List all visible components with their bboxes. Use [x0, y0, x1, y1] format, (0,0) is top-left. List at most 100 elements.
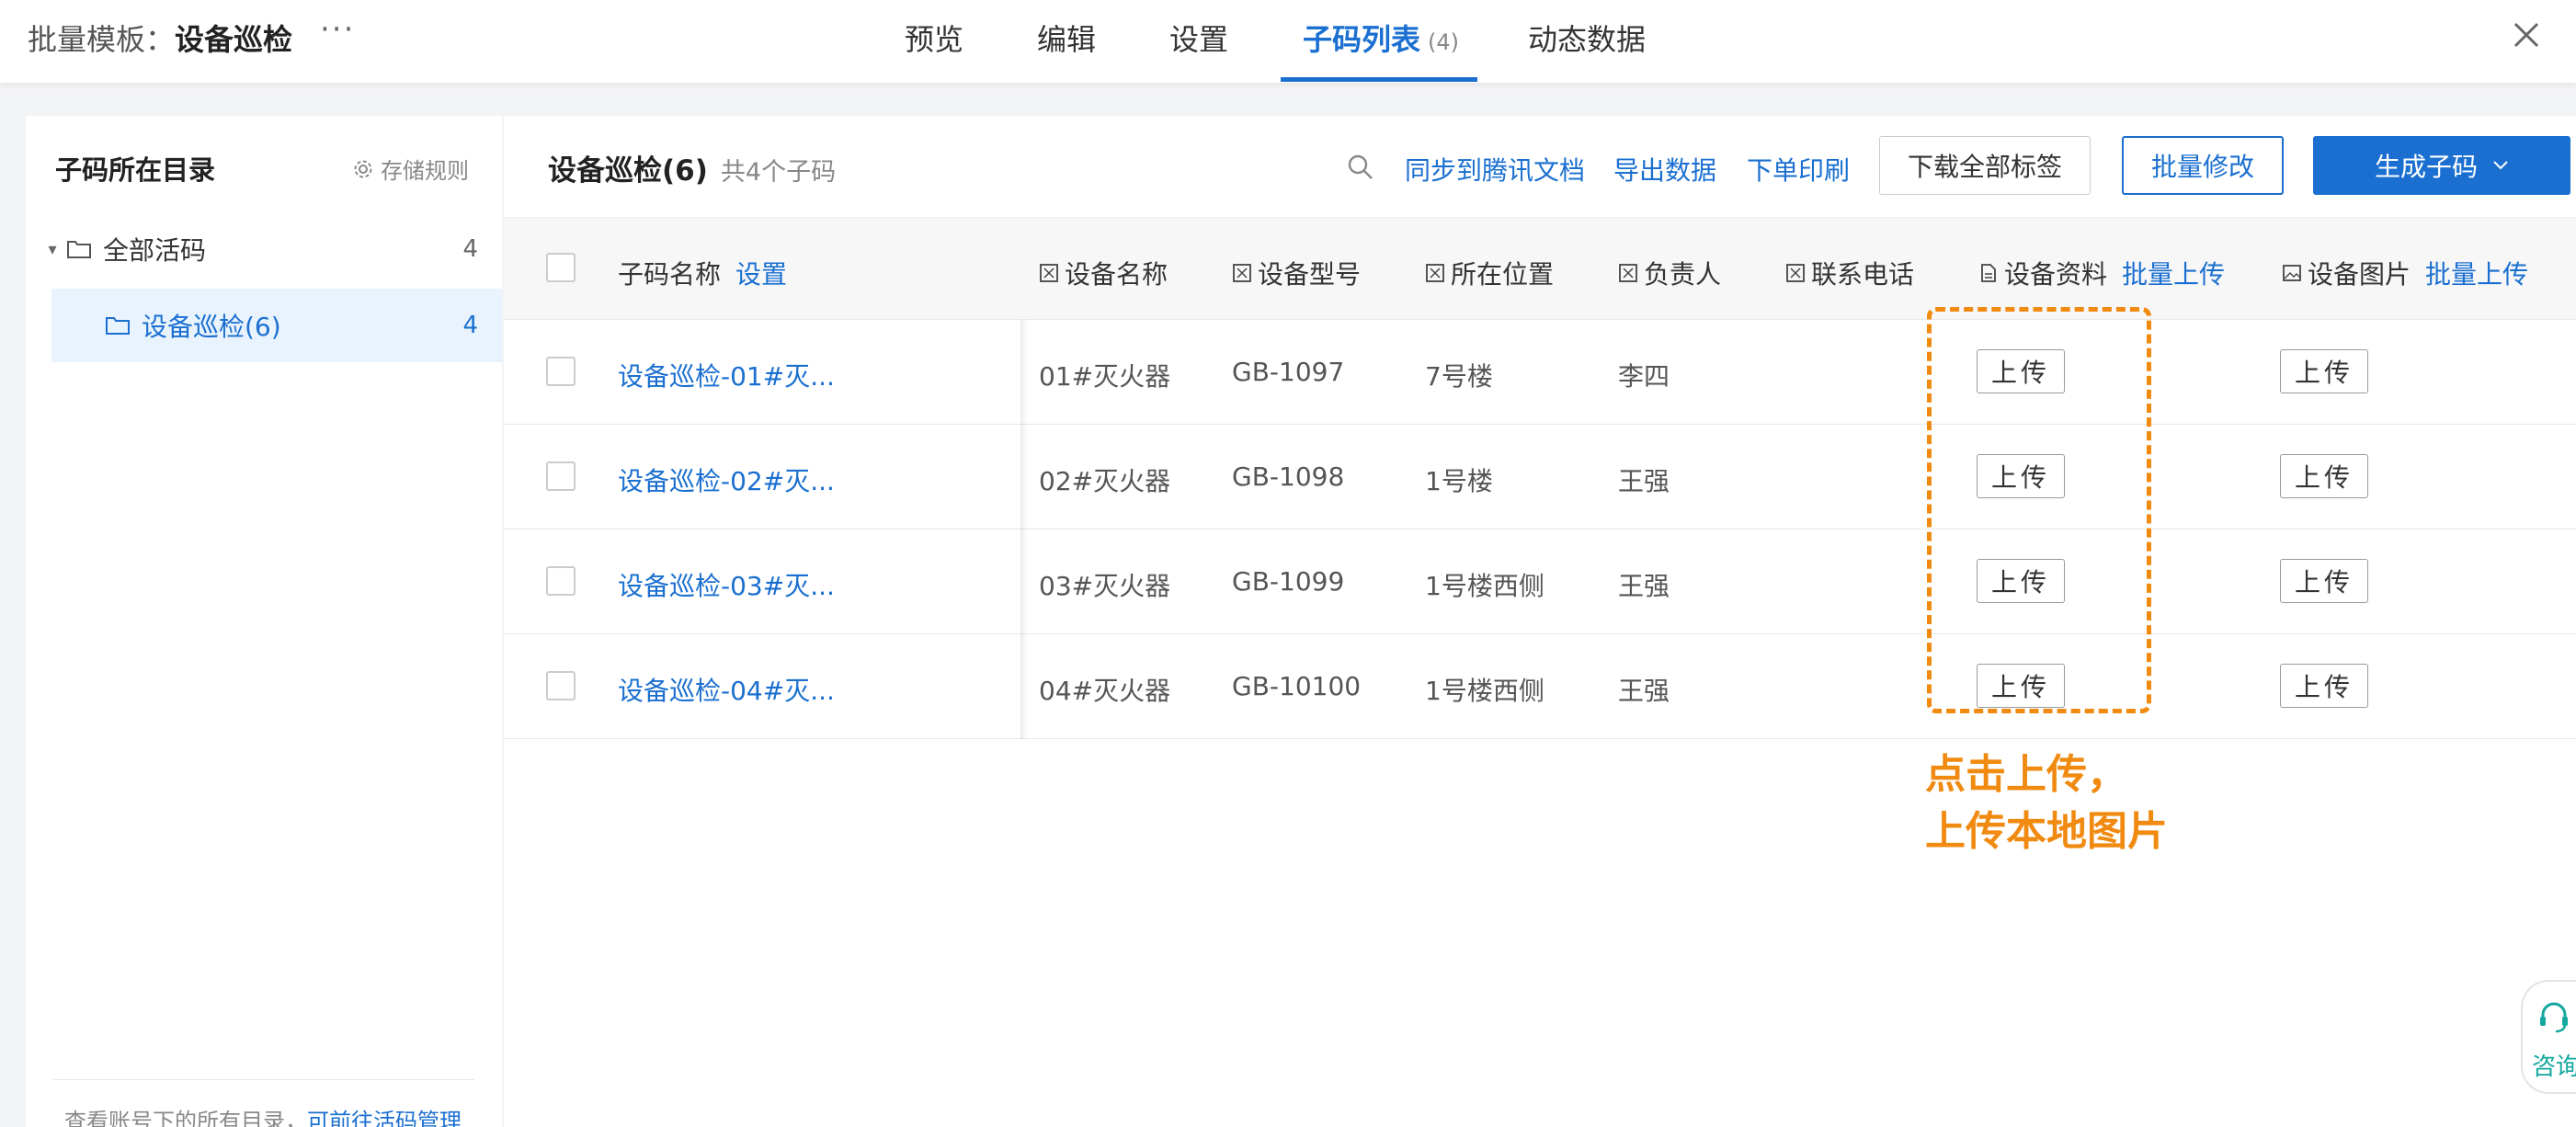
- location-cell: 7号楼: [1425, 361, 1493, 392]
- col-label: 设备型号: [1258, 259, 1362, 290]
- col-label: 设备名称: [1065, 259, 1168, 290]
- location-cell: 1号楼: [1425, 466, 1493, 496]
- export-data-link[interactable]: 导出数据: [1613, 151, 1716, 188]
- generate-subcode-button[interactable]: 生成子码: [2313, 136, 2570, 195]
- code-management-link[interactable]: 可前往活码管理: [307, 1109, 462, 1127]
- top-header: 批量模板：设备巡检 ··· 预览 编辑 设置 子码列表 (4) 动态数据: [0, 0, 2576, 83]
- folder-icon: [106, 317, 130, 335]
- tab-bar: 预览 编辑 设置 子码列表 (4) 动态数据: [0, 0, 2576, 83]
- tab-edit[interactable]: 编辑: [1037, 17, 1096, 59]
- tab-preview[interactable]: 预览: [905, 17, 963, 59]
- text-field-icon: [1426, 264, 1444, 282]
- text-field-icon: [1233, 264, 1251, 282]
- images-upload-button[interactable]: 上传: [2280, 559, 2368, 603]
- tree-item-label: 设备巡检(6): [142, 312, 281, 342]
- docs-batch-upload-link[interactable]: 批量上传: [2122, 255, 2225, 291]
- device-model-cell: GB-1098: [1232, 461, 1345, 492]
- table-row: 设备巡检-03#灭... 03#灭火器 GB-1099 1号楼西侧 王强 上传 …: [504, 529, 2576, 634]
- image-icon: [2283, 265, 2301, 281]
- owner-cell: 王强: [1618, 676, 1670, 706]
- tree-item-device-inspection[interactable]: 设备巡检(6) 4: [51, 289, 502, 362]
- col-label: 联系电话: [1811, 259, 1915, 290]
- list-subtitle: 共4个子码: [720, 158, 837, 187]
- order-print-link[interactable]: 下单印刷: [1747, 151, 1850, 188]
- images-batch-upload-link[interactable]: 批量上传: [2425, 255, 2528, 291]
- row-checkbox[interactable]: [546, 357, 576, 386]
- name-setting-link[interactable]: 设置: [735, 255, 787, 291]
- batch-edit-button[interactable]: 批量修改: [2122, 136, 2284, 195]
- table-row: 设备巡检-04#灭... 04#灭火器 GB-10100 1号楼西侧 王强 上传…: [504, 634, 2576, 739]
- owner-cell: 王强: [1618, 571, 1670, 601]
- subcode-name-link[interactable]: 设备巡检-01#灭...: [618, 357, 835, 393]
- text-field-icon: [1786, 264, 1805, 282]
- subcode-list-panel: 设备巡检(6) 共4个子码 同步到腾讯文档 导出数据 下单印刷 下载全部标签 批量…: [504, 116, 2576, 1127]
- text-field-icon: [1040, 264, 1058, 282]
- active-tab-indicator: [1281, 77, 1477, 82]
- row-checkbox[interactable]: [546, 566, 576, 596]
- owner-cell: 李四: [1618, 361, 1670, 392]
- location-cell: 1号楼西侧: [1425, 676, 1544, 706]
- col-device-images: 设备图片 批量上传: [2282, 255, 2528, 291]
- docs-upload-button[interactable]: 上传: [1977, 559, 2065, 603]
- fixed-column-shadow: [1020, 320, 1028, 739]
- text-field-icon: [1619, 264, 1637, 282]
- select-all-checkbox[interactable]: [546, 253, 576, 282]
- tab-settings[interactable]: 设置: [1169, 17, 1228, 59]
- sidebar-title: 子码所在目录: [55, 154, 216, 186]
- consult-button[interactable]: 咨询: [2521, 980, 2576, 1094]
- docs-upload-button[interactable]: 上传: [1977, 349, 2065, 393]
- device-name-cell: 02#灭火器: [1039, 466, 1171, 496]
- annotation-line-1: 点击上传，: [1925, 751, 2127, 798]
- gear-icon: [354, 160, 372, 177]
- col-device-docs: 设备资料 批量上传: [1978, 255, 2225, 291]
- device-name-cell: 04#灭火器: [1039, 676, 1171, 706]
- tree-item-count: 4: [462, 235, 478, 263]
- tab-dynamic-data[interactable]: 动态数据: [1528, 17, 1646, 59]
- sync-tencent-docs-link[interactable]: 同步到腾讯文档: [1405, 151, 1585, 188]
- col-location: 所在位置: [1425, 255, 1554, 291]
- close-icon[interactable]: [2510, 18, 2543, 51]
- tree-item-count: 4: [462, 312, 478, 339]
- col-label: 设备资料: [2004, 259, 2108, 290]
- device-model-cell: GB-1097: [1232, 357, 1345, 387]
- row-checkbox[interactable]: [546, 671, 576, 700]
- docs-upload-button[interactable]: 上传: [1977, 664, 2065, 708]
- upload-annotation: 点击上传， 上传本地图片: [1925, 746, 2168, 860]
- docs-upload-button[interactable]: 上传: [1977, 454, 2065, 498]
- subcode-name-link[interactable]: 设备巡检-02#灭...: [618, 461, 835, 498]
- col-label: 所在位置: [1451, 259, 1555, 290]
- col-label: 子码名称: [618, 259, 722, 290]
- device-name-cell: 03#灭火器: [1039, 571, 1171, 601]
- download-all-labels-button[interactable]: 下载全部标签: [1879, 136, 2091, 195]
- tab-subcode-list-label: 子码列表: [1303, 22, 1421, 57]
- col-owner: 负责人: [1618, 255, 1721, 291]
- subcode-name-link[interactable]: 设备巡检-04#灭...: [618, 671, 835, 708]
- consult-label: 咨询: [2532, 1053, 2576, 1081]
- row-checkbox[interactable]: [546, 461, 576, 491]
- tree-item-all-codes[interactable]: ▾ 全部活码 4: [39, 226, 502, 272]
- owner-cell: 王强: [1618, 466, 1670, 496]
- chevron-down-icon: [2493, 161, 2508, 170]
- folder-icon: [67, 241, 91, 258]
- col-label: 负责人: [1644, 259, 1722, 290]
- storage-rule-button[interactable]: 存储规则: [353, 153, 469, 185]
- storage-rule-label: 存储规则: [381, 158, 469, 184]
- annotation-line-2: 上传本地图片: [1925, 808, 2168, 855]
- subcode-name-link[interactable]: 设备巡检-03#灭...: [618, 566, 835, 603]
- tree-item-label: 全部活码: [103, 235, 207, 266]
- table-header: 子码名称 设置 设备名称 设备型号 所在位置 负责人 联系电话 设备资料 批量上传 …: [504, 217, 2576, 320]
- images-upload-button[interactable]: 上传: [2280, 454, 2368, 498]
- images-upload-button[interactable]: 上传: [2280, 349, 2368, 393]
- tab-subcode-list[interactable]: 子码列表 (4): [1303, 17, 1459, 59]
- images-upload-button[interactable]: 上传: [2280, 664, 2368, 708]
- sidebar-footer: 查看账号下的所有目录，可前往活码管理: [64, 1103, 462, 1127]
- col-label: 设备图片: [2308, 259, 2411, 290]
- col-device-name: 设备名称: [1039, 255, 1168, 291]
- col-subcode-name: 子码名称 设置: [618, 255, 787, 291]
- caret-down-icon[interactable]: ▾: [39, 240, 66, 259]
- list-title-text: 设备巡检(6): [548, 154, 708, 188]
- sidebar-divider: [53, 1079, 474, 1080]
- document-icon: [1981, 264, 1996, 282]
- device-name-cell: 01#灭火器: [1039, 361, 1171, 392]
- search-icon[interactable]: [1346, 153, 1375, 182]
